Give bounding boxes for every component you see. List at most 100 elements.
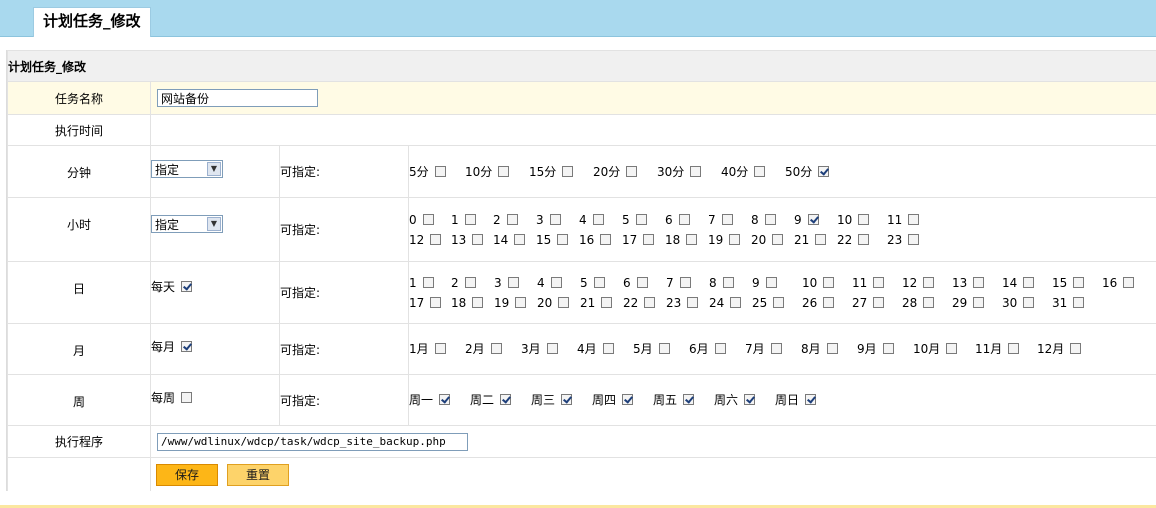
option-checkbox[interactable] (1073, 276, 1085, 288)
option-checkbox[interactable] (858, 213, 870, 225)
option-item: 11 (887, 210, 937, 230)
option-checkbox[interactable] (714, 343, 726, 354)
option-checkbox[interactable] (721, 213, 733, 225)
program-input[interactable] (157, 432, 468, 451)
option-checkbox[interactable] (1073, 296, 1085, 308)
option-checkbox[interactable] (773, 296, 785, 308)
option-checkbox[interactable] (826, 343, 838, 354)
option-checkbox[interactable] (464, 213, 476, 225)
option-label: 21 (580, 295, 596, 310)
option-checkbox[interactable] (805, 394, 817, 405)
option-checkbox[interactable] (1008, 343, 1020, 354)
option-checkbox[interactable] (858, 233, 870, 245)
option-checkbox[interactable] (946, 343, 958, 354)
form-container: 计划任务_修改 任务名称 执行时间 分钟 指定▼ 可指定: 5分10分15分20… (6, 50, 1156, 491)
option-checkbox[interactable] (422, 213, 434, 225)
option-checkbox[interactable] (873, 276, 885, 288)
option-checkbox[interactable] (658, 343, 670, 354)
option-checkbox[interactable] (557, 233, 569, 245)
option-checkbox[interactable] (558, 296, 570, 308)
option-checkbox[interactable] (807, 213, 819, 225)
option-item: 22 (837, 230, 887, 250)
option-checkbox[interactable] (873, 296, 885, 308)
option-checkbox[interactable] (1023, 296, 1035, 308)
option-checkbox[interactable] (754, 165, 766, 177)
option-checkbox[interactable] (430, 296, 442, 308)
option-checkbox[interactable] (472, 296, 484, 308)
option-checkbox[interactable] (550, 276, 562, 288)
option-item: 7 (666, 273, 709, 293)
every-week-checkbox[interactable] (181, 391, 193, 403)
option-checkbox[interactable] (472, 233, 484, 245)
option-checkbox[interactable] (1023, 276, 1035, 288)
task-name-input[interactable] (157, 89, 318, 107)
option-checkbox[interactable] (678, 213, 690, 225)
option-checkbox[interactable] (686, 233, 698, 245)
option-checkbox[interactable] (515, 296, 527, 308)
option-checkbox[interactable] (1123, 276, 1135, 288)
option-label: 9 (794, 212, 802, 227)
option-checkbox[interactable] (626, 165, 638, 177)
option-checkbox[interactable] (730, 296, 742, 308)
option-checkbox[interactable] (908, 213, 920, 225)
option-checkbox[interactable] (772, 233, 784, 245)
option-checkbox[interactable] (546, 343, 558, 354)
option-checkbox[interactable] (601, 296, 613, 308)
option-checkbox[interactable] (765, 276, 777, 288)
option-checkbox[interactable] (722, 276, 734, 288)
option-checkbox[interactable] (973, 296, 985, 308)
option-checkbox[interactable] (592, 213, 604, 225)
option-checkbox[interactable] (500, 394, 512, 405)
option-checkbox[interactable] (507, 276, 519, 288)
option-checkbox[interactable] (490, 343, 502, 354)
reset-button[interactable]: 重置 (227, 463, 290, 486)
option-checkbox[interactable] (636, 276, 648, 288)
option-checkbox[interactable] (683, 394, 695, 405)
option-checkbox[interactable] (923, 276, 935, 288)
option-checkbox[interactable] (434, 343, 446, 354)
task-form: 计划任务_修改 任务名称 执行时间 分钟 指定▼ 可指定: 5分10分15分20… (7, 50, 1156, 491)
option-checkbox[interactable] (882, 343, 894, 354)
hour-select[interactable]: 指定 ▼ (151, 214, 223, 233)
option-checkbox[interactable] (561, 394, 573, 405)
option-checkbox[interactable] (1070, 343, 1082, 354)
option-checkbox[interactable] (562, 165, 574, 177)
option-checkbox[interactable] (644, 296, 656, 308)
option-checkbox[interactable] (549, 213, 561, 225)
option-checkbox[interactable] (514, 233, 526, 245)
option-checkbox[interactable] (823, 276, 835, 288)
option-checkbox[interactable] (923, 296, 935, 308)
option-checkbox[interactable] (690, 165, 702, 177)
option-checkbox[interactable] (744, 394, 756, 405)
every-month-checkbox[interactable] (181, 340, 193, 352)
option-checkbox[interactable] (818, 165, 830, 177)
option-checkbox[interactable] (764, 213, 776, 225)
minute-select[interactable]: 指定 ▼ (151, 159, 223, 178)
option-checkbox[interactable] (635, 213, 647, 225)
option-checkbox[interactable] (506, 213, 518, 225)
option-checkbox[interactable] (823, 296, 835, 308)
option-checkbox[interactable] (973, 276, 985, 288)
option-checkbox[interactable] (602, 343, 614, 354)
option-checkbox[interactable] (815, 233, 827, 245)
option-checkbox[interactable] (679, 276, 691, 288)
option-checkbox[interactable] (498, 165, 510, 177)
save-button[interactable]: 保存 (156, 463, 219, 486)
option-checkbox[interactable] (622, 394, 634, 405)
option-checkbox[interactable] (430, 233, 442, 245)
option-checkbox[interactable] (434, 165, 446, 177)
option-checkbox[interactable] (729, 233, 741, 245)
option-checkbox[interactable] (422, 276, 434, 288)
option-checkbox[interactable] (439, 394, 451, 405)
option-checkbox[interactable] (600, 233, 612, 245)
option-checkbox[interactable] (687, 296, 699, 308)
tab-task-edit[interactable]: 计划任务_修改 (33, 7, 151, 37)
option-checkbox[interactable] (770, 343, 782, 354)
option-checkbox[interactable] (908, 233, 920, 245)
option-checkbox[interactable] (593, 276, 605, 288)
option-item: 2 (451, 273, 494, 293)
option-label: 5 (580, 275, 588, 290)
option-checkbox[interactable] (643, 233, 655, 245)
every-day-checkbox[interactable] (181, 281, 193, 292)
option-checkbox[interactable] (464, 276, 476, 288)
